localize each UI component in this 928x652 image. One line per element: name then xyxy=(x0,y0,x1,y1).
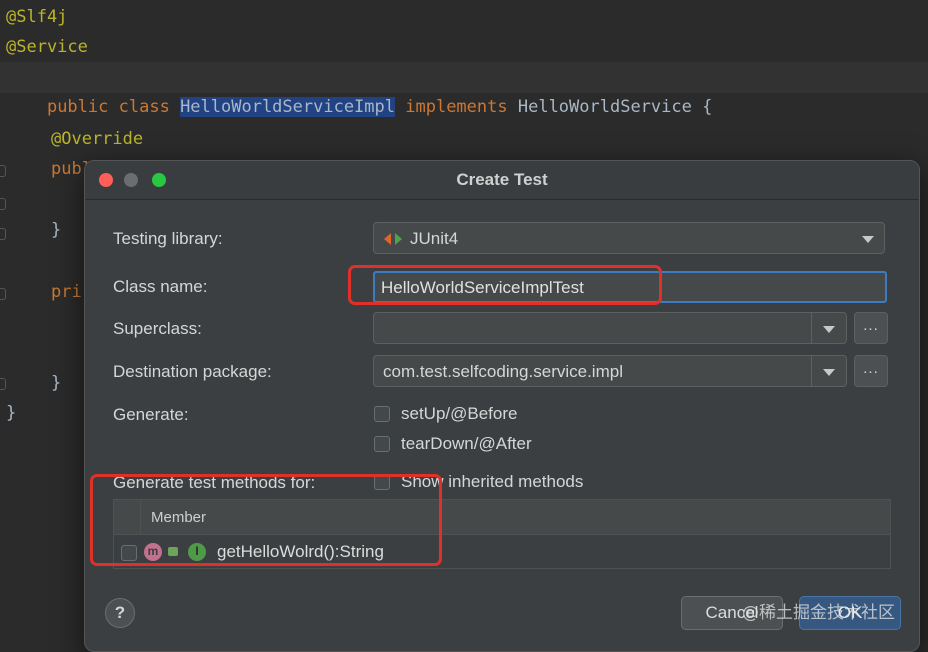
open-brace: { xyxy=(691,97,713,117)
class-name-label: Class name: xyxy=(113,277,208,296)
setup-checkbox[interactable] xyxy=(374,406,390,422)
code-line-override: @Override xyxy=(51,129,144,149)
superclass-browse-button[interactable]: ... xyxy=(854,312,888,344)
help-button[interactable]: ? xyxy=(105,598,135,628)
methods-highlight-box xyxy=(90,474,442,566)
code-line-close-brace-class: } xyxy=(6,403,17,423)
testing-library-select[interactable]: JUnit4 xyxy=(373,222,885,254)
fold-marker-icon[interactable] xyxy=(0,165,6,177)
watermark: @稀土掘金技术社区 xyxy=(742,603,895,623)
destination-package-browse-button[interactable]: ... xyxy=(854,355,888,387)
keyword-class: class xyxy=(118,97,170,117)
fold-marker-icon[interactable] xyxy=(0,288,6,300)
chevron-down-icon xyxy=(823,326,835,333)
destination-package-label: Destination package: xyxy=(113,362,272,381)
teardown-checkbox-label[interactable]: tearDown/@After xyxy=(401,434,532,454)
interface-name: HelloWorldService xyxy=(517,97,692,117)
superclass-dropdown-button[interactable] xyxy=(811,313,846,343)
chevron-down-icon xyxy=(862,236,874,243)
create-test-dialog: Create Test Testing library: JUnit4 Clas… xyxy=(84,160,920,652)
selected-class-name[interactable]: HelloWorldServiceImpl xyxy=(180,97,395,117)
dialog-titlebar[interactable]: Create Test xyxy=(85,161,919,200)
fold-marker-icon[interactable] xyxy=(0,378,6,390)
code-line-annotation-slf4j: @Slf4j xyxy=(6,7,68,27)
code-line-private-method: pri xyxy=(51,282,82,302)
destination-package-combobox[interactable]: com.test.selfcoding.service.impl xyxy=(373,355,847,387)
code-line-close-brace-1: } xyxy=(51,220,62,240)
keyword-public: public xyxy=(46,97,109,117)
fold-marker-icon[interactable] xyxy=(0,198,6,210)
testing-library-value: JUnit4 xyxy=(410,229,459,248)
destination-package-dropdown-button[interactable] xyxy=(811,356,846,386)
fold-marker-icon[interactable] xyxy=(0,228,6,240)
generate-label: Generate: xyxy=(113,405,189,424)
junit-icon xyxy=(384,233,402,245)
code-line-close-brace-2: } xyxy=(51,373,62,393)
class-name-highlight-box xyxy=(348,265,662,305)
dialog-title: Create Test xyxy=(456,170,548,189)
chevron-down-icon xyxy=(823,369,835,376)
code-line-class-declaration: public class HelloWorldServiceImpl imple… xyxy=(6,62,712,117)
testing-library-label: Testing library: xyxy=(113,229,223,248)
code-line-annotation-service: @Service xyxy=(6,37,88,57)
superclass-label: Superclass: xyxy=(113,319,202,338)
teardown-checkbox[interactable] xyxy=(374,436,390,452)
destination-package-value: com.test.selfcoding.service.impl xyxy=(383,362,623,381)
keyword-implements: implements xyxy=(405,97,508,117)
setup-checkbox-label[interactable]: setUp/@Before xyxy=(401,404,517,424)
superclass-combobox[interactable] xyxy=(373,312,847,344)
